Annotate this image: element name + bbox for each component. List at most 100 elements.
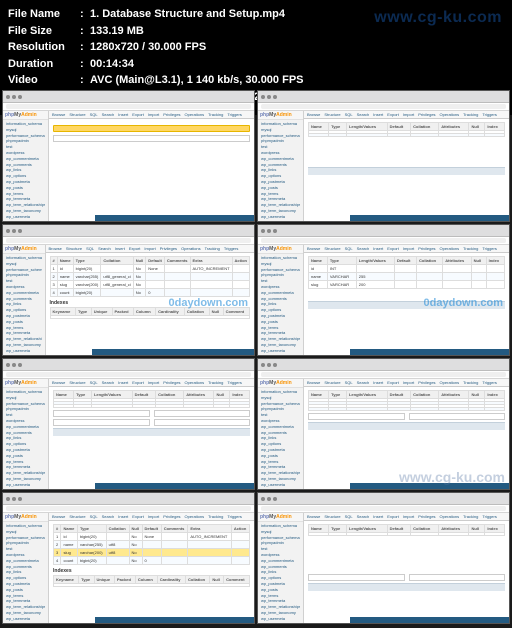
db-tree-item[interactable]: performance_schema [6, 536, 45, 541]
addcols-col[interactable]: Length/Values [346, 391, 387, 399]
db-tree-item[interactable]: mysql [261, 396, 300, 401]
db-tree-item[interactable]: wp_options [6, 308, 42, 313]
db-tree-item[interactable]: wordpress [261, 553, 300, 558]
db-tree-item[interactable]: wp_posts [261, 588, 300, 593]
db-tree-item[interactable]: wp_termmeta [6, 331, 42, 336]
pma-tab[interactable]: Structure [69, 112, 85, 117]
db-tree-item[interactable]: wp_postmeta [261, 448, 300, 453]
db-tree-item[interactable]: wp_links [261, 436, 300, 441]
db-tree-item[interactable]: mysql [261, 530, 300, 535]
indexes-table[interactable]: KeynameTypeUniquePackedColumnCardinality… [53, 575, 250, 587]
addcols-col[interactable]: Default [132, 391, 156, 399]
pma-tab[interactable]: Triggers [482, 514, 497, 519]
db-tree-item[interactable]: wp_comments [261, 565, 300, 570]
pma-tab[interactable]: Operations [185, 380, 205, 385]
addcols-col[interactable]: Attributes [184, 391, 214, 399]
db-tree-item[interactable]: wp_options [261, 576, 300, 581]
db-tree-item[interactable]: wp_postmeta [6, 314, 42, 319]
addcols-col[interactable]: Attributes [439, 391, 469, 399]
index-col[interactable]: Null [209, 308, 223, 316]
pma-tab[interactable]: Triggers [482, 246, 497, 251]
pma-tab[interactable]: Tracking [205, 246, 220, 251]
db-tree-item[interactable]: wp_usermeta [6, 483, 45, 488]
db-tree-item[interactable]: wp_postmeta [261, 180, 300, 185]
pma-tab[interactable]: Insert [373, 380, 383, 385]
addcols-col[interactable]: Default [387, 391, 411, 399]
struct-col[interactable]: Type [77, 525, 106, 533]
db-tree-item[interactable]: wp_termmeta [261, 197, 300, 202]
addcols-table[interactable]: NameTypeLength/ValuesDefaultCollationAtt… [308, 390, 505, 411]
db-tree-item[interactable]: information_schema [6, 390, 45, 395]
struct-col[interactable]: Action [231, 525, 249, 533]
db-tree-item[interactable]: wp_postmeta [261, 582, 300, 587]
db-tree-item[interactable]: wp_terms [6, 594, 45, 599]
pma-tab[interactable]: Import [403, 112, 414, 117]
db-tree-item[interactable]: phpmyadmin [261, 273, 300, 278]
db-tree-item[interactable]: wp_commentmeta [6, 291, 42, 296]
pma-tab[interactable]: Operations [440, 112, 460, 117]
pma-tab[interactable]: Search [102, 380, 115, 385]
db-tree-item[interactable]: wp_term_relationships [6, 471, 45, 476]
struct-col[interactable]: Comments [164, 257, 190, 265]
db-tree-item[interactable]: wp_termmeta [261, 599, 300, 604]
addcols-col[interactable]: Name [54, 391, 74, 399]
pma-tab[interactable]: Export [132, 514, 144, 519]
addcols-col[interactable]: Name [309, 123, 329, 131]
pma-tab[interactable]: Privileges [163, 380, 180, 385]
db-tree-item[interactable]: wordpress [6, 553, 45, 558]
db-tree-item[interactable]: phpmyadmin [6, 541, 45, 546]
db-tree-item[interactable]: mysql [6, 262, 42, 267]
index-col[interactable]: Unique [91, 308, 112, 316]
db-tree-item[interactable]: wp_posts [261, 320, 300, 325]
db-tree-item[interactable]: wp_usermeta [261, 215, 300, 220]
db-tree-item[interactable]: wp_term_taxonomy [261, 343, 300, 348]
pma-tab[interactable]: Insert [373, 112, 383, 117]
addcols-col[interactable]: Type [329, 123, 347, 131]
struct-col[interactable]: Extra [188, 525, 232, 533]
addcols-col[interactable]: Default [387, 525, 411, 533]
pma-tab[interactable]: Structure [324, 246, 340, 251]
db-tree-item[interactable]: phpmyadmin [261, 139, 300, 144]
db-tree-item[interactable]: wp_term_relationships [6, 605, 45, 610]
addcols-col[interactable]: Name [309, 525, 329, 533]
pma-tab[interactable]: Insert [115, 246, 125, 251]
db-tree-item[interactable]: wp_postmeta [6, 448, 45, 453]
addcols-col[interactable]: Collation [411, 391, 439, 399]
index-col[interactable]: Cardinality [157, 576, 185, 584]
db-tree-item[interactable]: wp_links [261, 302, 300, 307]
db-tree-item[interactable]: wp_terms [6, 460, 45, 465]
db-tree-item[interactable]: wp_options [261, 308, 300, 313]
db-tree-item[interactable]: wp_usermeta [261, 483, 300, 488]
db-tree-item[interactable]: phpmyadmin [261, 541, 300, 546]
pma-tab[interactable]: Insert [373, 514, 383, 519]
db-tree-item[interactable]: wp_term_taxonomy [6, 477, 45, 482]
db-tree-item[interactable]: test [261, 145, 300, 150]
index-col[interactable]: Column [133, 308, 155, 316]
db-tree-item[interactable]: wp_options [6, 576, 45, 581]
pma-tab[interactable]: Privileges [418, 514, 435, 519]
create-table-bar[interactable] [53, 125, 250, 132]
struct-col[interactable]: Null [133, 257, 146, 265]
pma-tab[interactable]: Export [387, 112, 399, 117]
index-col[interactable]: Comment [224, 576, 250, 584]
db-tree-item[interactable]: wp_usermeta [261, 349, 300, 354]
pma-tab[interactable]: Browse [307, 514, 320, 519]
db-tree-item[interactable]: wordpress [6, 419, 45, 424]
pma-tab[interactable]: Browse [52, 514, 65, 519]
db-tree-item[interactable]: wp_posts [6, 320, 42, 325]
addcols-col[interactable]: Collation [411, 525, 439, 533]
pma-tabs[interactable]: BrowseStructureSQLSearchInsertExportImpo… [46, 245, 254, 253]
pma-tab[interactable]: Triggers [482, 380, 497, 385]
db-tree-item[interactable]: wp_term_relationships [6, 337, 42, 342]
pma-tab[interactable]: Import [148, 514, 159, 519]
pma-tab[interactable]: Structure [66, 246, 82, 251]
db-tree-item[interactable]: wp_comments [261, 431, 300, 436]
db-tree-item[interactable]: mysql [261, 262, 300, 267]
db-tree-item[interactable]: wp_commentmeta [6, 559, 45, 564]
index-col[interactable]: Comment [223, 308, 249, 316]
pma-tabs[interactable]: BrowseStructureSQLSearchInsertExportImpo… [49, 111, 254, 119]
pma-tab[interactable]: Triggers [227, 112, 242, 117]
addcols-col[interactable]: Index [486, 257, 504, 265]
pma-tab[interactable]: SQL [345, 246, 353, 251]
structure-table[interactable]: #NameTypeCollationNullDefaultCommentsExt… [53, 524, 250, 565]
